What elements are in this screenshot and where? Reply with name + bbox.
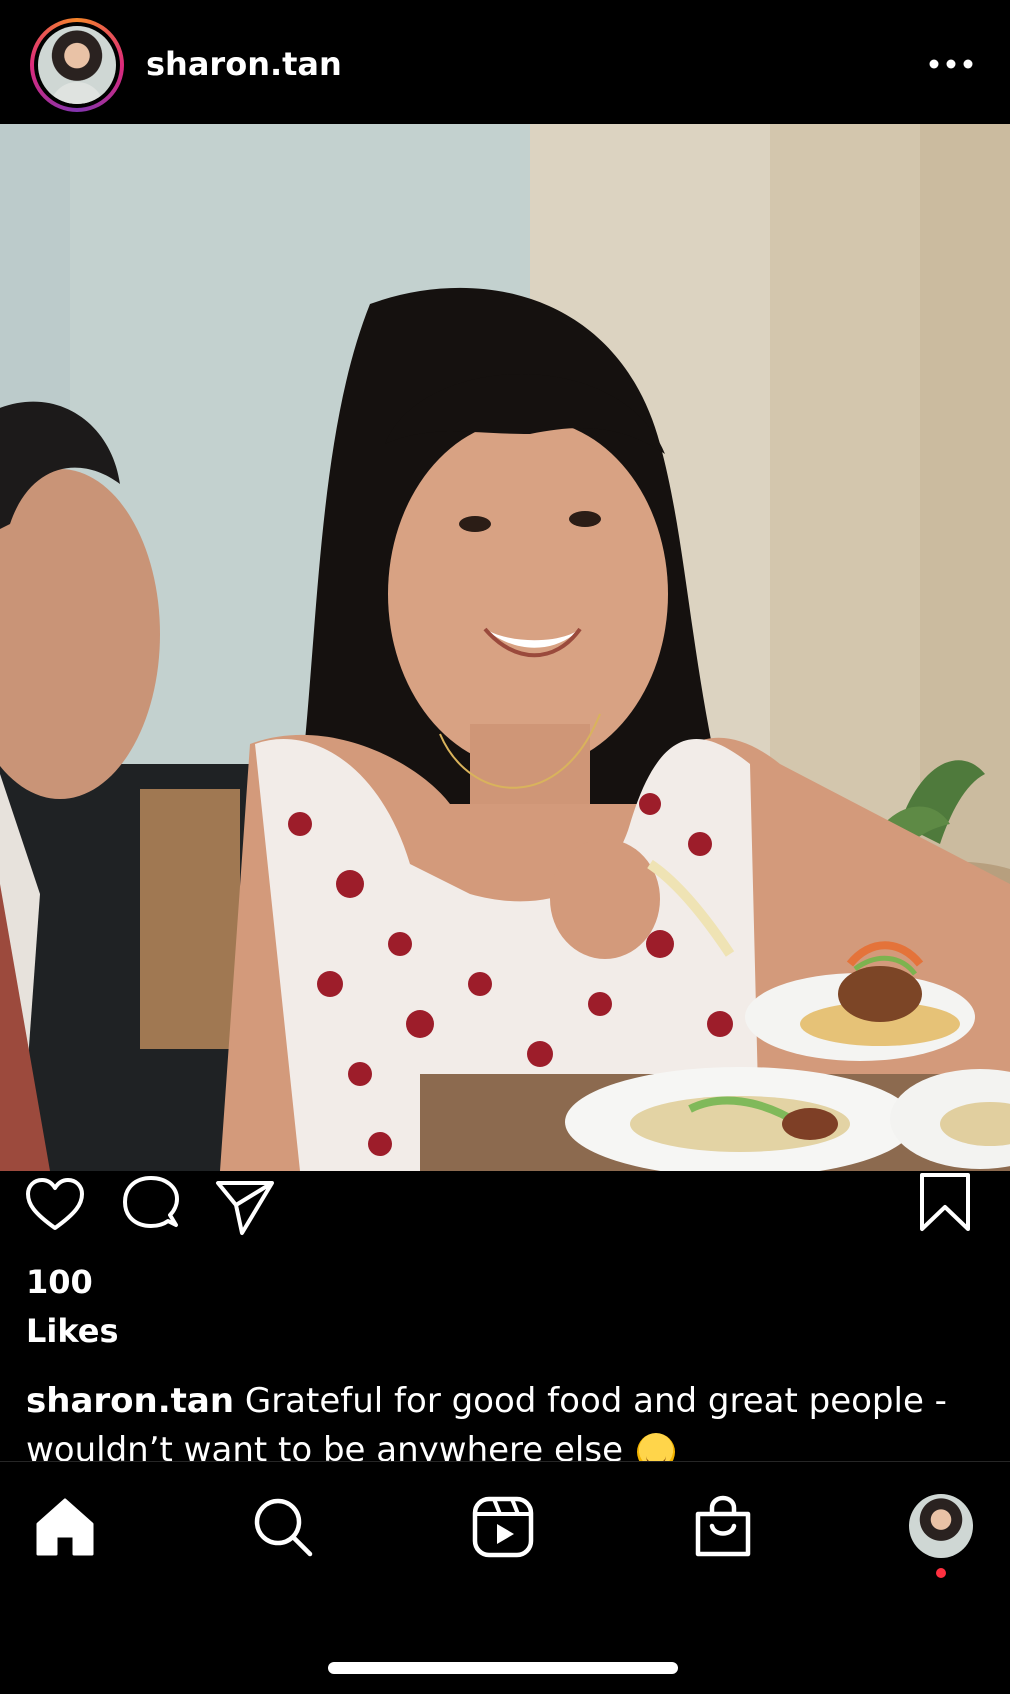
smiling-face-with-hearts-icon [637, 1432, 675, 1461]
tab-search[interactable] [250, 1494, 316, 1560]
post-caption: sharon.tan Grateful for good food and gr… [26, 1377, 986, 1461]
tab-profile[interactable] [909, 1494, 973, 1558]
send-icon[interactable] [214, 1175, 276, 1237]
reels-icon [472, 1496, 534, 1558]
caption-username[interactable]: sharon.tan [26, 1381, 234, 1421]
bookmark-icon[interactable] [916, 1171, 974, 1233]
post-header: sharon.tan [0, 0, 1010, 124]
home-indicator[interactable] [328, 1662, 678, 1674]
post-actions [0, 1171, 1010, 1251]
comment-icon[interactable] [120, 1175, 182, 1237]
avatar [38, 26, 116, 104]
profile-avatar [909, 1494, 973, 1558]
story-ring-avatar[interactable] [30, 18, 124, 112]
post-image-illustration [0, 124, 1010, 1171]
shopping-bag-icon [695, 1495, 751, 1557]
bottom-tab-bar [0, 1462, 1010, 1694]
post-username[interactable]: sharon.tan [146, 44, 342, 84]
likes-label[interactable]: Likes [26, 1310, 119, 1352]
avatar-shirt [50, 82, 104, 104]
home-icon [36, 1498, 94, 1556]
search-icon [254, 1498, 313, 1557]
tab-reels[interactable] [470, 1494, 536, 1560]
heart-icon[interactable] [24, 1175, 86, 1237]
post-image[interactable] [0, 124, 1010, 1171]
more-horizontal-icon[interactable] [928, 50, 974, 78]
notification-dot [936, 1568, 946, 1578]
tab-home[interactable] [32, 1494, 98, 1560]
likes-count[interactable]: 100 [26, 1261, 93, 1303]
tab-shop[interactable] [690, 1494, 756, 1560]
